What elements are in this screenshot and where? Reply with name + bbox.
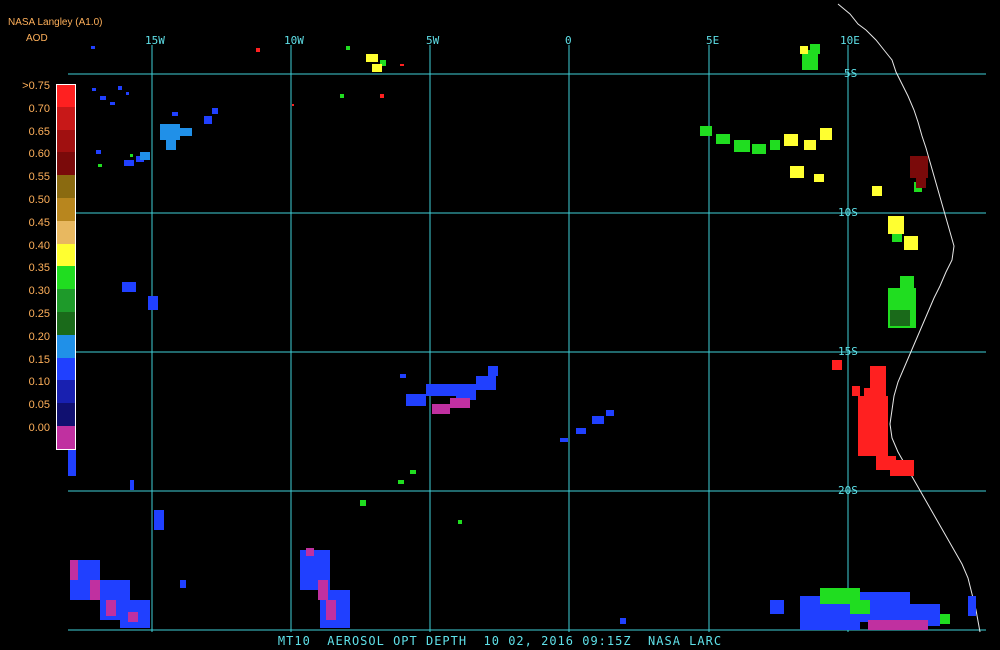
- lat-label-5s: 5S: [844, 67, 858, 80]
- aod-patch-central: [122, 282, 614, 442]
- lon-label-0: 0: [565, 34, 572, 47]
- legend-label: 0.45: [28, 216, 50, 229]
- legend-label: 0.10: [28, 376, 50, 389]
- legend-label: 0.05: [28, 399, 50, 412]
- legend-swatch: [56, 198, 76, 221]
- map-canvas: [68, 3, 986, 633]
- legend-swatch: [56, 175, 76, 198]
- legend-label: 0.70: [28, 102, 50, 115]
- aod-patch-north-yellow: [366, 54, 382, 72]
- legend-swatch: [56, 357, 76, 381]
- legend-swatch: [56, 129, 76, 153]
- aod-patch-coastal-darkgreen: [890, 310, 910, 326]
- legend-swatch: [56, 152, 76, 176]
- legend-swatch: [56, 266, 76, 290]
- lon-label-10e: 10E: [840, 34, 860, 47]
- lon-label-15w: 15W: [145, 34, 165, 47]
- legend-label: 0.25: [28, 308, 50, 320]
- lon-label-5w: 5W: [426, 34, 440, 47]
- lon-label-5e: 5E: [706, 34, 720, 47]
- aod-patch-nw: [91, 46, 218, 166]
- legend-swatch: [56, 380, 76, 404]
- lat-label-20s: 20S: [838, 484, 858, 497]
- legend-label: 0.00: [28, 422, 50, 434]
- aod-patch-central-magenta: [432, 398, 470, 414]
- lat-label-15s: 15S: [838, 345, 858, 358]
- legend-swatch: [56, 243, 76, 267]
- legend-label: 0.60: [28, 148, 50, 161]
- lon-label-10w: 10W: [284, 34, 304, 47]
- aod-patch-central-green: [360, 470, 462, 524]
- legend-label: 0.20: [28, 330, 50, 343]
- legend-swatch: [56, 312, 76, 335]
- legend-label: 0.55: [28, 171, 50, 184]
- legend-swatch: [56, 289, 76, 312]
- legend-label: 0.30: [28, 285, 50, 298]
- legend-swatch: [56, 106, 76, 130]
- legend-label: 0.50: [28, 194, 50, 206]
- aod-patch-se-magenta: [868, 620, 928, 630]
- aod-patch-coastal-darkred: [910, 156, 928, 188]
- aod-patch-nw-light: [140, 124, 192, 160]
- legend-swatch: [56, 403, 76, 426]
- graticule: [68, 45, 986, 632]
- legend-label: 0.15: [28, 353, 50, 366]
- legend-swatch: [56, 84, 76, 108]
- aod-patch-sw: [70, 550, 350, 628]
- product-footer: MT10 AEROSOL OPT DEPTH 10 02, 2016 09:15…: [277, 634, 723, 648]
- legend-label: 0.35: [28, 262, 50, 275]
- legend-swatch: [56, 426, 76, 450]
- legend-swatch: [56, 220, 76, 244]
- legend-label: 0.40: [28, 239, 50, 252]
- legend-label: >0.75: [22, 80, 50, 92]
- legend-label: 0.65: [28, 125, 50, 138]
- aerosol-retrievals: [68, 44, 976, 630]
- legend-swatch: [56, 334, 76, 358]
- lat-label-10s: 10S: [838, 206, 858, 219]
- aod-patch-north-red: [256, 48, 404, 106]
- aod-patch-coastal-green: [700, 44, 922, 328]
